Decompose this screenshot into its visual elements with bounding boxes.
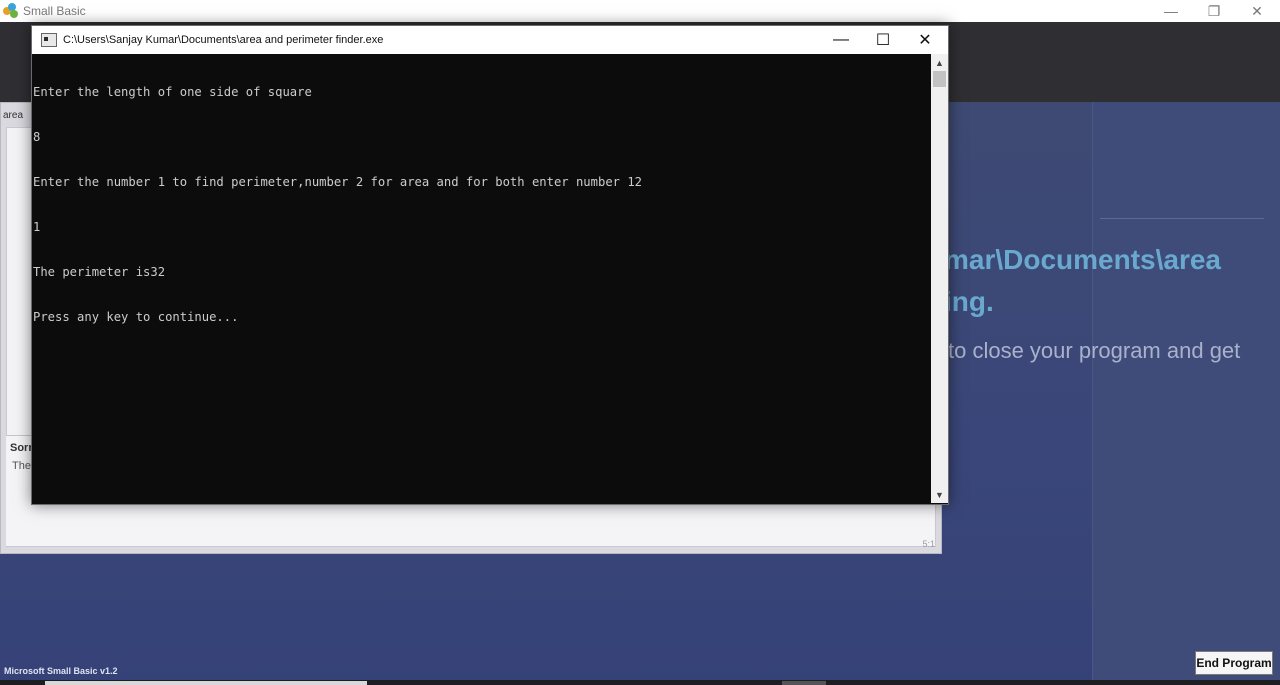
console-window[interactable]: C:\Users\Sanjay Kumar\Documents\area and…	[31, 25, 949, 505]
console-title-bar[interactable]: C:\Users\Sanjay Kumar\Documents\area and…	[32, 26, 948, 54]
console-line: 1	[33, 220, 41, 234]
console-line: Press any key to continue...	[33, 310, 239, 324]
main-title-bar: Small Basic — ❐ ✕	[0, 0, 1280, 22]
minimize-icon: —	[1164, 3, 1178, 19]
scrollbar-thumb[interactable]	[933, 71, 946, 87]
taskbar-item	[782, 681, 826, 685]
scroll-up-button[interactable]: ▲	[931, 54, 948, 71]
console-line: 8	[33, 130, 41, 144]
error-message-path: mar\Documents\area	[944, 244, 1222, 275]
error-message-instruction: to close your program and get	[948, 338, 1241, 363]
console-maximize-button[interactable]: ☐	[862, 26, 904, 54]
console-scrollbar[interactable]: ▲ ▼	[931, 54, 948, 503]
close-icon: ✕	[918, 32, 932, 49]
console-line: Enter the number 1 to find perimeter,num…	[33, 175, 643, 189]
small-basic-logo-icon	[3, 3, 19, 19]
restore-icon: ❐	[1207, 2, 1221, 19]
app-title: Small Basic	[23, 4, 86, 18]
end-program-button[interactable]: End Program	[1195, 651, 1273, 675]
minimize-button[interactable]: —	[1149, 0, 1193, 22]
chevron-down-icon: ▼	[935, 489, 944, 500]
taskbar-item	[45, 681, 367, 685]
version-label: Microsoft Small Basic v1.2	[4, 666, 118, 676]
cursor-position: 5:1	[922, 539, 935, 549]
error-list-heading: Sorr	[10, 442, 33, 454]
console-title: C:\Users\Sanjay Kumar\Documents\area and…	[63, 34, 384, 46]
scroll-down-button[interactable]: ▼	[931, 486, 948, 503]
close-icon: ✕	[1251, 2, 1263, 19]
chevron-up-icon: ▲	[935, 57, 944, 68]
console-close-button[interactable]: ✕	[904, 26, 946, 54]
error-list-body: The	[12, 460, 31, 472]
console-app-icon	[41, 33, 57, 47]
maximize-icon: ☐	[875, 32, 891, 49]
restore-button[interactable]: ❐	[1192, 0, 1236, 22]
console-minimize-button[interactable]: —	[820, 26, 862, 54]
console-line: Enter the length of one side of square	[33, 85, 312, 99]
console-output[interactable]: Enter the length of one side of square 8…	[33, 55, 929, 502]
minimize-icon: —	[833, 31, 849, 48]
right-panel	[1092, 102, 1280, 680]
console-line: The perimeter is32	[33, 265, 166, 279]
editor-tab-label[interactable]: area	[3, 110, 23, 121]
error-message-status: ing.	[944, 286, 994, 317]
right-panel-divider	[1100, 218, 1264, 219]
close-button[interactable]: ✕	[1235, 0, 1279, 22]
